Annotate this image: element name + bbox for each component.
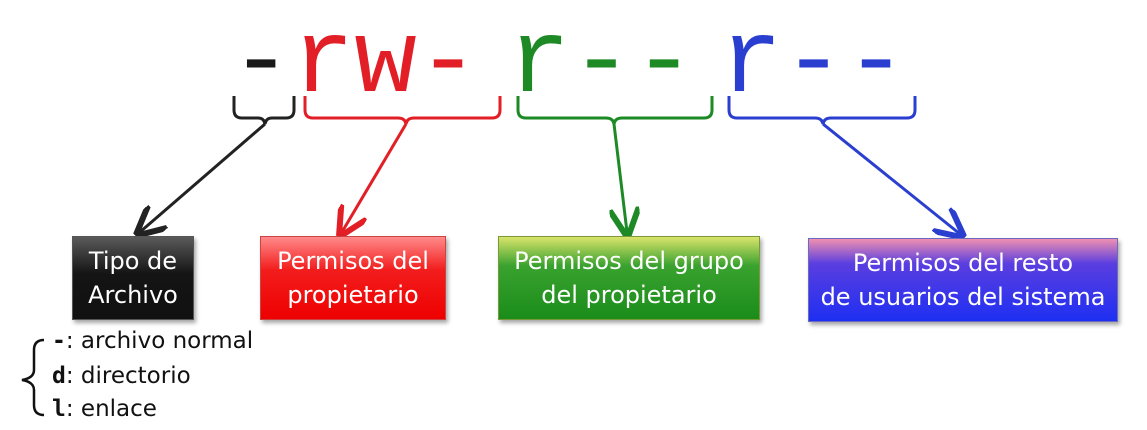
legend-brace <box>21 338 45 417</box>
owner-permissions-box: Permisos del propietario <box>260 236 446 320</box>
type-arrow <box>140 122 266 232</box>
perm-type-char: - <box>230 5 293 123</box>
file-type-box: Tipo de Archivo <box>72 236 194 320</box>
owner-arrow <box>342 123 408 232</box>
legend-code: d <box>52 363 66 389</box>
others-permissions-box: Permisos del resto de usuarios del siste… <box>808 238 1118 322</box>
legend-item-link: l: enlace <box>52 396 157 422</box>
legend-text: : archivo normal <box>65 328 254 354</box>
others-arrow <box>822 122 960 234</box>
perm-others-chars: r-- <box>720 5 908 123</box>
perm-group-chars: r-- <box>508 5 696 123</box>
owner-permissions-label: Permisos del propietario <box>277 247 429 309</box>
others-permissions-label: Permisos del resto de usuarios del siste… <box>820 249 1106 311</box>
legend-item-directory: d: directorio <box>52 363 191 389</box>
group-permissions-box: Permisos del grupo del propietario <box>498 236 760 320</box>
legend-code: - <box>52 328 66 354</box>
legend-text: : directorio <box>65 363 191 389</box>
group-permissions-label: Permisos del grupo del propietario <box>514 247 744 309</box>
legend-text: : enlace <box>65 396 157 422</box>
legend-item-regular-file: -: archivo normal <box>52 328 253 354</box>
legend-code: l <box>52 396 66 422</box>
perm-owner-chars: rw- <box>292 5 480 123</box>
group-arrow <box>614 123 627 232</box>
file-type-label: Tipo de Archivo <box>88 247 178 309</box>
